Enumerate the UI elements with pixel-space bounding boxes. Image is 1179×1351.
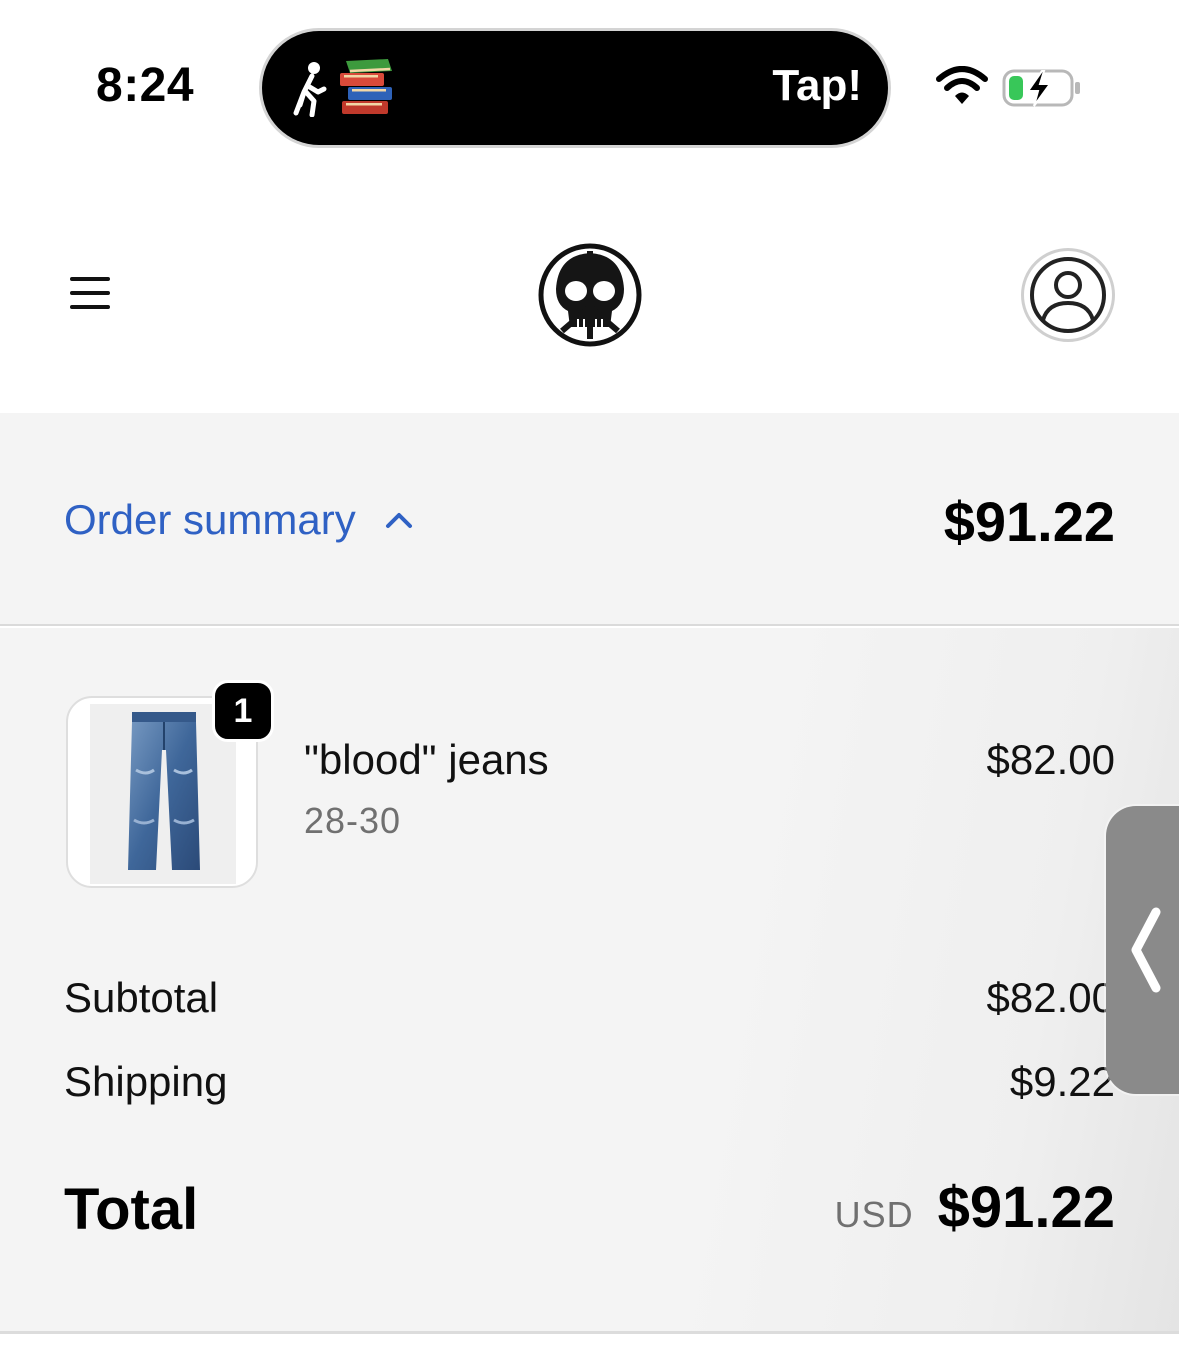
side-panel-handle[interactable] — [1106, 806, 1179, 1094]
jeans-image — [128, 712, 200, 870]
skull-peace-logo[interactable] — [538, 243, 642, 347]
currency-code: USD — [834, 1194, 914, 1235]
status-time: 8:24 — [96, 59, 195, 112]
live-activity-text: Tap! — [772, 61, 862, 110]
chevron-up-icon — [385, 513, 412, 528]
battery-charging-icon — [1002, 69, 1080, 107]
subtotal-value: $82.00 — [986, 974, 1115, 1021]
total-amount: USD $91.22 — [835, 1174, 1115, 1241]
order-summary-total: $91.22 — [943, 490, 1115, 553]
shipping-value: $9.22 — [1009, 1058, 1115, 1105]
line-item-price: $82.00 — [986, 736, 1115, 783]
quantity-badge: 1 — [212, 680, 274, 742]
order-summary-bar: Order summary $91.22 — [0, 413, 1179, 626]
order-summary-toggle[interactable]: Order summary — [64, 493, 414, 547]
checkout-page: 8:24 Tap! Order summary $91.22 1 "blood"… — [0, 0, 1179, 1351]
subtotal-label: Subtotal — [64, 974, 219, 1021]
chevron-left-icon — [1131, 907, 1161, 993]
total-value: $91.22 — [937, 1175, 1115, 1240]
status-bar: 8:24 Tap! — [0, 0, 1179, 175]
total-label: Total — [64, 1177, 199, 1242]
page-bottom — [0, 1334, 1179, 1351]
order-summary-label: Order summary — [64, 496, 356, 543]
dynamic-island-live-activity[interactable]: Tap! — [262, 31, 888, 145]
walking-person-icon — [293, 62, 327, 117]
account-icon — [1030, 257, 1106, 333]
account-button[interactable] — [1021, 248, 1115, 342]
line-item-name: "blood" jeans — [304, 736, 549, 783]
line-item-variant: 28-30 — [304, 800, 402, 841]
shipping-label: Shipping — [64, 1058, 228, 1105]
books-icon — [340, 59, 392, 114]
order-details: 1 "blood" jeans 28-30 $82.00 Subtotal $8… — [0, 628, 1179, 1333]
store-header — [0, 175, 1179, 413]
wifi-icon — [936, 66, 988, 104]
hamburger-menu-icon[interactable] — [64, 271, 116, 315]
